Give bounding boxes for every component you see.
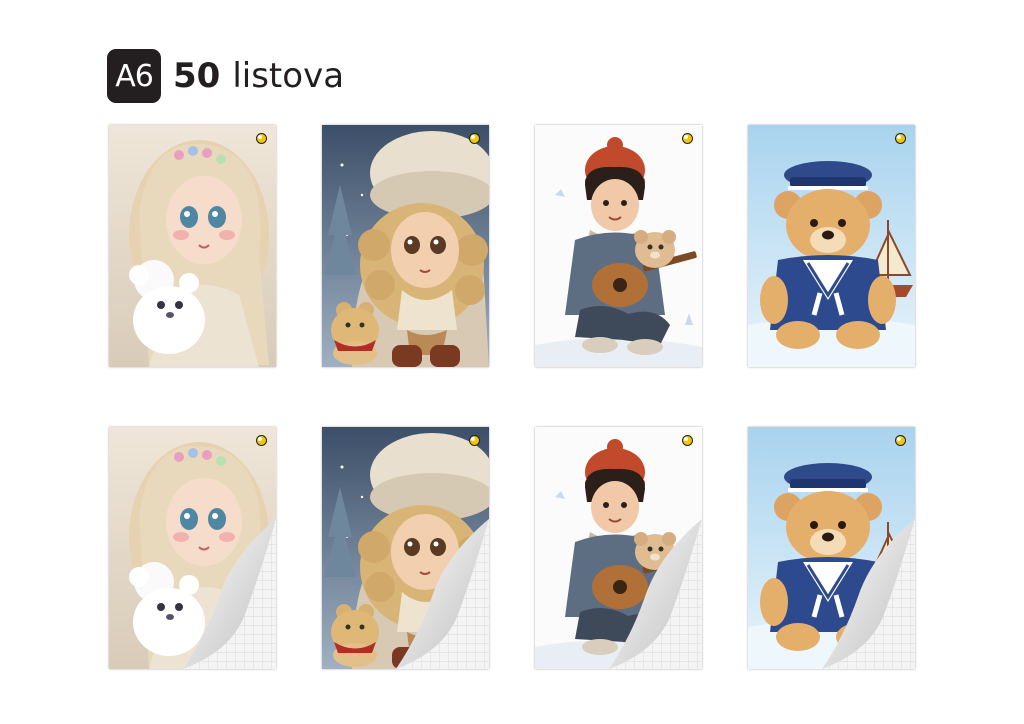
cover-boy-guitar[interactable] (535, 125, 702, 367)
brand-dot-icon (469, 133, 480, 144)
cover-sailor-teddy-curl[interactable] (748, 427, 915, 669)
brand-dot-icon (469, 435, 480, 446)
sheet-count-title: 50 listova (173, 56, 344, 96)
brand-dot-icon (682, 133, 693, 144)
cover-sailor-teddy[interactable] (748, 125, 915, 367)
brand-dot-icon (895, 435, 906, 446)
cover-boy-guitar-curl[interactable] (535, 427, 702, 669)
brand-dot-icon (895, 133, 906, 144)
sheet-count: 50 (173, 56, 221, 96)
cover-curly-girl-bear[interactable] (322, 125, 489, 367)
brand-dot-icon (256, 133, 267, 144)
cover-girl-white-teddy-curl[interactable] (109, 427, 276, 669)
sheet-word: listova (232, 56, 345, 96)
product-header: A6 50 listova (107, 49, 344, 103)
format-badge: A6 (107, 49, 161, 103)
brand-dot-icon (256, 435, 267, 446)
cover-curly-girl-bear-curl[interactable] (322, 427, 489, 669)
cover-girl-white-teddy[interactable] (109, 125, 276, 367)
brand-dot-icon (682, 435, 693, 446)
